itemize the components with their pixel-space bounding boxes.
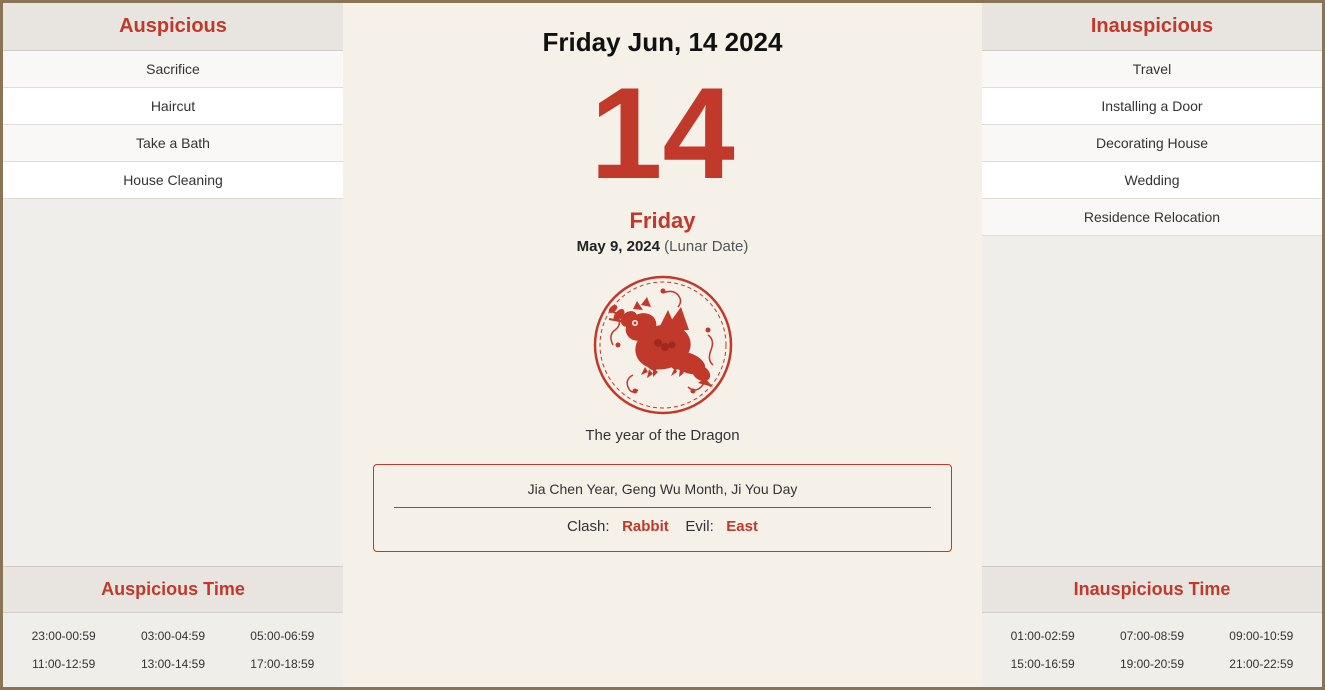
time-cell: 03:00-04:59 <box>120 625 225 647</box>
inauspicious-header: Inauspicious <box>982 3 1322 51</box>
list-item: Take a Bath <box>3 125 343 162</box>
list-item: Sacrifice <box>3 51 343 88</box>
date-title: Friday Jun, 14 2024 <box>543 27 783 58</box>
time-cell: 01:00-02:59 <box>990 625 1095 647</box>
evil-value: East <box>726 518 758 535</box>
list-item: Haircut <box>3 88 343 125</box>
auspicious-header: Auspicious <box>3 3 343 51</box>
main-panel: Friday Jun, 14 2024 14 Friday May 9, 202… <box>343 3 982 687</box>
list-item: Decorating House <box>982 125 1322 162</box>
time-cell: 09:00-10:59 <box>1209 625 1314 647</box>
right-panel: Inauspicious Travel Installing a Door De… <box>982 3 1322 687</box>
dragon-zodiac-icon <box>593 275 733 415</box>
list-item: Wedding <box>982 162 1322 199</box>
lunar-date: May 9, 2024 (Lunar Date) <box>577 238 749 255</box>
list-item: Residence Relocation <box>982 199 1322 236</box>
info-line2: Clash: Rabbit Evil: East <box>394 518 931 535</box>
time-cell: 19:00-20:59 <box>1099 653 1204 675</box>
left-panel: Auspicious Sacrifice Haircut Take a Bath… <box>3 3 343 687</box>
auspicious-time-title: Auspicious Time <box>101 579 245 599</box>
time-cell: 11:00-12:59 <box>11 653 116 675</box>
time-cell: 23:00-00:59 <box>11 625 116 647</box>
time-cell: 13:00-14:59 <box>120 653 225 675</box>
time-cell: 15:00-16:59 <box>990 653 1095 675</box>
clash-value: Rabbit <box>622 518 669 535</box>
inauspicious-items: Travel Installing a Door Decorating Hous… <box>982 51 1322 309</box>
list-item: House Cleaning <box>3 162 343 199</box>
auspicious-time-header: Auspicious Time <box>3 566 343 613</box>
inauspicious-times: 01:00-02:59 07:00-08:59 09:00-10:59 15:0… <box>982 613 1322 687</box>
time-cell: 21:00-22:59 <box>1209 653 1314 675</box>
evil-label: Evil: <box>685 518 713 535</box>
inauspicious-time-header: Inauspicious Time <box>982 566 1322 613</box>
list-item: Installing a Door <box>982 88 1322 125</box>
auspicious-title: Auspicious <box>119 15 227 37</box>
auspicious-items: Sacrifice Haircut Take a Bath House Clea… <box>3 51 343 309</box>
info-box: Jia Chen Year, Geng Wu Month, Ji You Day… <box>373 464 952 552</box>
day-number: 14 <box>590 68 735 198</box>
list-item: Travel <box>982 51 1322 88</box>
zodiac-label: The year of the Dragon <box>585 427 739 444</box>
clash-label: Clash: <box>567 518 610 535</box>
info-line1: Jia Chen Year, Geng Wu Month, Ji You Day <box>394 481 931 508</box>
weekday: Friday <box>629 208 695 234</box>
time-cell: 07:00-08:59 <box>1099 625 1204 647</box>
inauspicious-title: Inauspicious <box>1091 15 1213 37</box>
inauspicious-time-title: Inauspicious Time <box>1074 579 1231 599</box>
auspicious-times: 23:00-00:59 03:00-04:59 05:00-06:59 11:0… <box>3 613 343 687</box>
time-cell: 17:00-18:59 <box>230 653 335 675</box>
time-cell: 05:00-06:59 <box>230 625 335 647</box>
